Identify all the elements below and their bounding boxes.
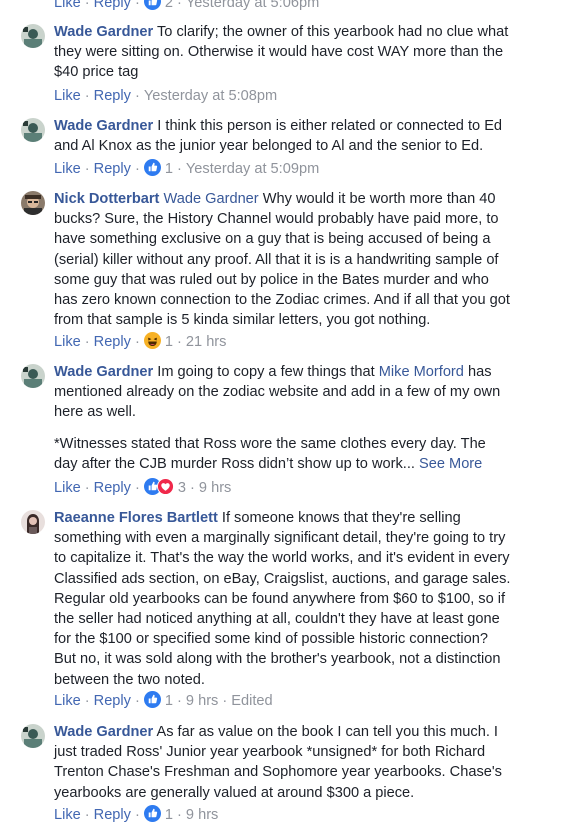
comment-body: Raeanne Flores Bartlett If someone knows…: [54, 508, 524, 690]
comment-text: As far as value on the book I can tell y…: [156, 724, 498, 740]
timestamp[interactable]: 9 hrs: [199, 480, 231, 496]
timestamp[interactable]: Yesterday at 5:08pm: [144, 88, 277, 104]
like-reaction-icon[interactable]: [143, 805, 161, 822]
like-link[interactable]: Like: [54, 0, 81, 11]
like-reaction-icon[interactable]: [143, 159, 161, 176]
reaction-count[interactable]: 1: [165, 161, 173, 177]
comment-text: day after the CJB murder Ross didn’t sho…: [54, 455, 415, 472]
comment-actions: Like · Reply · 1 · 9 hrs · Edited: [54, 691, 273, 709]
reaction-count[interactable]: 1: [165, 807, 173, 823]
timestamp[interactable]: 9 hrs: [186, 693, 218, 709]
author-name[interactable]: Wade Gardner: [54, 118, 153, 134]
reply-link[interactable]: Reply: [94, 161, 131, 177]
comment-text: (serial) killer without any proof. All t…: [54, 251, 499, 268]
comment-body: Wade Gardner To clarify; the owner of th…: [54, 22, 524, 83]
comment-text: and Al Knox as the junior year belonged …: [54, 138, 484, 155]
reaction-count[interactable]: 2: [165, 0, 173, 11]
comment-text: *Witnesses stated that Ross wore the sam…: [54, 435, 486, 452]
comment-text: Trenton Chase's Freshman and Sophomore y…: [54, 764, 502, 781]
reaction-count[interactable]: 1: [165, 334, 173, 350]
comment-text: bucks? Sure, the History Channel would p…: [54, 211, 499, 228]
avatar[interactable]: [21, 24, 45, 48]
avatar[interactable]: [21, 191, 45, 215]
like-reaction-icon[interactable]: [143, 0, 161, 10]
like-link[interactable]: Like: [54, 88, 81, 104]
reaction-count[interactable]: 1: [165, 693, 173, 709]
author-name[interactable]: Nick Dotterbart: [54, 191, 159, 207]
comment-text: the seller had noticed anything at all, …: [54, 611, 500, 628]
reply-link[interactable]: Reply: [94, 807, 131, 823]
comment-text: Classified ads section, on eBay, Craigsl…: [54, 570, 511, 587]
mention-link[interactable]: Wade Gardner: [163, 191, 258, 207]
comment-text: something with even a marginally signifi…: [54, 530, 506, 547]
comment-text: But no, it was sold along with the broth…: [54, 651, 501, 668]
see-more-link[interactable]: See More: [419, 456, 482, 472]
comment-text: Why would it be worth more than 40: [262, 191, 496, 207]
comment-text: has zero known connection to the Zodiac …: [54, 292, 510, 309]
comment-text: yearbooks are generally valued at around…: [54, 784, 415, 801]
comment-body: Wade Gardner Im going to copy a few thin…: [54, 362, 524, 474]
reply-link[interactable]: Reply: [94, 334, 131, 350]
timestamp[interactable]: Yesterday at 5:06pm: [186, 0, 319, 11]
timestamp[interactable]: 21 hrs: [186, 334, 227, 350]
comment-actions: Like · Reply · 1 · 9 hrs: [54, 805, 219, 823]
comment-text: If someone knows that they're selling: [221, 510, 461, 526]
reply-link[interactable]: Reply: [94, 88, 131, 104]
comment-text: here as well.: [54, 404, 136, 421]
reaction-count[interactable]: 3: [178, 480, 186, 496]
love-reaction-icon[interactable]: [156, 478, 174, 495]
like-link[interactable]: Like: [54, 693, 81, 709]
like-link[interactable]: Like: [54, 161, 81, 177]
like-reaction-icon[interactable]: [143, 691, 161, 708]
like-link[interactable]: Like: [54, 480, 81, 496]
avatar[interactable]: [21, 724, 45, 748]
comment-actions: Like · Reply · 1 · Yesterday at 5:09pm: [54, 159, 320, 177]
top-comment-actions: Like · Reply · 2 · Yesterday at 5:06pm: [54, 0, 319, 13]
comment-body: Nick Dotterbart Wade Gardner Why would i…: [54, 189, 524, 330]
comment-text: some guy that was ruled out by police in…: [54, 271, 489, 288]
comment-text: $40 price tag: [54, 64, 139, 81]
comment-text: just traded Ross' Junior year yearbook *…: [54, 744, 486, 761]
reply-link[interactable]: Reply: [94, 693, 131, 709]
author-name[interactable]: Raeanne Flores Bartlett: [54, 510, 218, 526]
comment-text: between the two noted.: [54, 671, 205, 688]
comment-text: from that sample is 5 kinda similar lett…: [54, 312, 431, 329]
avatar[interactable]: [21, 510, 45, 534]
edited-label[interactable]: Edited: [231, 693, 272, 709]
comment-text: to capitalize it. That's the way the wor…: [54, 550, 510, 567]
comment-body: Wade Gardner As far as value on the book…: [54, 722, 524, 803]
comment-text: Regular old yearbooks can be found anywh…: [54, 590, 506, 607]
comment-actions: Like · Reply · 1 · 21 hrs: [54, 332, 227, 350]
timestamp[interactable]: 9 hrs: [186, 807, 218, 823]
avatar[interactable]: [21, 364, 45, 388]
comment-text: for the $100 or specified some kind of p…: [54, 631, 489, 648]
reply-link[interactable]: Reply: [94, 480, 131, 496]
timestamp[interactable]: Yesterday at 5:09pm: [186, 161, 319, 177]
comment-text: have something exclusive on a guy that i…: [54, 231, 491, 248]
mention-link[interactable]: Mike Morford: [379, 364, 464, 380]
comment-text: I think this person is either related or…: [157, 118, 503, 134]
author-name[interactable]: Wade Gardner: [54, 364, 153, 380]
comment-body: Wade Gardner I think this person is eith…: [54, 116, 524, 156]
comment-text: mentioned already on the zodiac website …: [54, 384, 501, 401]
like-link[interactable]: Like: [54, 807, 81, 823]
comment-text: To clarify; the owner of this yearbook h…: [157, 24, 509, 40]
comment-actions: Like · Reply · 3 · 9 hrs: [54, 478, 232, 496]
like-link[interactable]: Like: [54, 334, 81, 350]
comment-text: has: [467, 364, 492, 380]
comment-actions: Like · Reply · Yesterday at 5:08pm: [54, 88, 278, 104]
comment-text: they were sitting on. Otherwise it would…: [54, 44, 504, 61]
avatar[interactable]: [21, 118, 45, 142]
reply-link[interactable]: Reply: [94, 0, 131, 11]
author-name[interactable]: Wade Gardner: [54, 724, 153, 740]
haha-reaction-icon[interactable]: [143, 332, 161, 349]
author-name[interactable]: Wade Gardner: [54, 24, 153, 40]
comment-text: Im going to copy a few things that: [157, 364, 375, 380]
